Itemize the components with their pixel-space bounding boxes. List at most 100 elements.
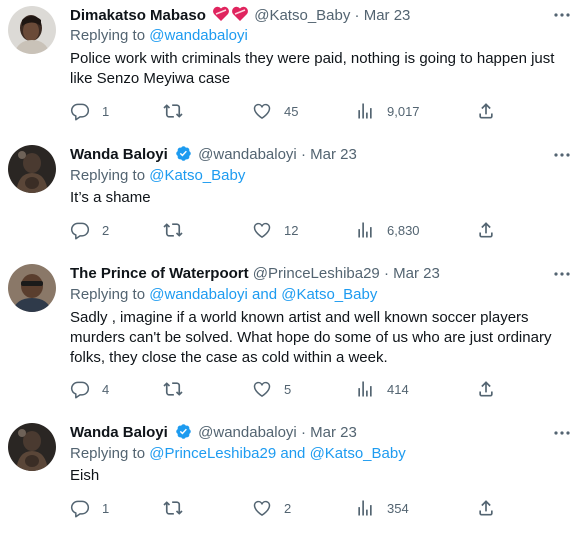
retweet-button[interactable] bbox=[163, 379, 195, 399]
tweet-actions: 2 12 6,830 bbox=[70, 220, 500, 240]
reply-count: 1 bbox=[102, 500, 110, 516]
heart-icon bbox=[253, 103, 271, 119]
reply-button[interactable]: 4 bbox=[70, 379, 109, 399]
share-icon bbox=[479, 381, 493, 397]
avatar-image bbox=[8, 423, 56, 471]
views-bar-chart-icon bbox=[358, 222, 372, 238]
separator-dot: · bbox=[300, 146, 306, 163]
share-button[interactable] bbox=[476, 379, 496, 399]
replying-to: Replying to @PrinceLeshiba29 and @Katso_… bbox=[70, 444, 406, 464]
like-button[interactable]: 12 bbox=[252, 220, 298, 240]
reply-bubble-icon bbox=[70, 222, 90, 240]
reply-count: 2 bbox=[102, 222, 110, 238]
tweet-text: Eish bbox=[70, 467, 100, 484]
separator-dot: · bbox=[300, 424, 306, 441]
reply-bubble-icon bbox=[70, 381, 90, 399]
reply-button[interactable]: 1 bbox=[70, 498, 109, 518]
more-options-icon[interactable] bbox=[552, 423, 572, 443]
timestamp[interactable]: Mar 23 bbox=[310, 146, 357, 163]
handle[interactable]: @PrinceLeshiba29 bbox=[253, 265, 380, 282]
reply-mention-link[interactable]: @PrinceLeshiba29 bbox=[149, 445, 276, 462]
handle[interactable]: @Katso_Baby bbox=[254, 7, 350, 24]
avatar[interactable] bbox=[8, 423, 56, 471]
share-button[interactable] bbox=[476, 101, 496, 121]
handle[interactable]: @wandabaloyi bbox=[198, 146, 297, 163]
share-button[interactable] bbox=[476, 498, 496, 518]
retweet-icon bbox=[163, 382, 183, 396]
reply-bubble-icon bbox=[70, 500, 90, 518]
tweet-actions: 4 5 414 bbox=[70, 379, 500, 399]
timestamp[interactable]: Mar 23 bbox=[393, 265, 440, 282]
reply-button[interactable]: 1 bbox=[70, 101, 109, 121]
replying-to-label: Replying to bbox=[70, 27, 146, 44]
reply-button[interactable]: 2 bbox=[70, 220, 109, 240]
view-count: 6,830 bbox=[387, 222, 420, 238]
reply-bubble-icon bbox=[70, 103, 90, 121]
retweet-button[interactable] bbox=[163, 498, 195, 518]
reply-and-text: and bbox=[280, 445, 306, 462]
avatar[interactable] bbox=[8, 145, 56, 193]
avatar[interactable] bbox=[8, 264, 56, 312]
like-button[interactable]: 2 bbox=[252, 498, 291, 518]
replying-to-label: Replying to bbox=[70, 286, 146, 303]
reply-mention-link[interactable]: @Katso_Baby bbox=[310, 445, 406, 462]
tweet-text: Sadly , imagine if a world known artist … bbox=[70, 309, 552, 366]
share-button[interactable] bbox=[476, 220, 496, 240]
replying-to: Replying to @wandabaloyi and @Katso_Baby bbox=[70, 285, 377, 305]
heart-icon bbox=[253, 381, 271, 397]
display-name[interactable]: Dimakatso Mabaso bbox=[70, 7, 206, 24]
separator-dot: · bbox=[354, 7, 360, 24]
share-icon bbox=[479, 103, 493, 119]
display-name[interactable]: Wanda Baloyi bbox=[70, 424, 168, 441]
retweet-button[interactable] bbox=[163, 220, 195, 240]
views-bar-chart-icon bbox=[358, 500, 372, 516]
more-options-icon[interactable] bbox=[552, 145, 572, 165]
verified-badge-icon bbox=[175, 423, 192, 446]
two-hearts-emoji bbox=[212, 5, 250, 28]
reply-count: 1 bbox=[102, 103, 110, 119]
replying-to-label: Replying to bbox=[70, 445, 146, 462]
separator-dot: · bbox=[383, 265, 389, 282]
display-name[interactable]: The Prince of Waterpoort bbox=[70, 265, 249, 282]
handle[interactable]: @wandabaloyi bbox=[198, 424, 297, 441]
display-name[interactable]: Wanda Baloyi bbox=[70, 146, 168, 163]
tweet-text: It’s a shame bbox=[70, 189, 151, 206]
retweet-button[interactable] bbox=[163, 101, 195, 121]
like-button[interactable]: 5 bbox=[252, 379, 291, 399]
view-count: 354 bbox=[387, 500, 409, 516]
views-bar-chart-icon bbox=[358, 103, 372, 119]
share-icon bbox=[479, 500, 493, 516]
like-count: 12 bbox=[284, 222, 299, 238]
tweet-actions: 1 2 354 bbox=[70, 498, 500, 518]
view-count: 414 bbox=[387, 381, 409, 397]
reply-count: 4 bbox=[102, 381, 110, 397]
views-button[interactable]: 414 bbox=[355, 379, 409, 399]
reply-mention-link[interactable]: @wandabaloyi bbox=[149, 286, 248, 303]
views-button[interactable]: 354 bbox=[355, 498, 409, 518]
like-button[interactable]: 45 bbox=[252, 101, 298, 121]
like-count: 5 bbox=[284, 381, 292, 397]
retweet-icon bbox=[163, 223, 183, 237]
tweet-text: Police work with criminals they were pai… bbox=[70, 50, 555, 87]
reply-and-text: and bbox=[252, 286, 278, 303]
timestamp[interactable]: Mar 23 bbox=[310, 424, 357, 441]
more-options-icon[interactable] bbox=[552, 5, 572, 25]
views-button[interactable]: 9,017 bbox=[355, 101, 420, 121]
reply-mention-link[interactable]: @wandabaloyi bbox=[149, 27, 248, 44]
heart-icon bbox=[253, 222, 271, 238]
more-options-icon[interactable] bbox=[552, 264, 572, 284]
tweet-actions: 1 45 9,017 bbox=[70, 101, 500, 121]
avatar[interactable] bbox=[8, 6, 56, 54]
views-button[interactable]: 6,830 bbox=[355, 220, 420, 240]
like-count: 45 bbox=[284, 103, 299, 119]
replying-to: Replying to @Katso_Baby bbox=[70, 166, 245, 186]
timestamp[interactable]: Mar 23 bbox=[364, 7, 411, 24]
reply-mention-link[interactable]: @Katso_Baby bbox=[281, 286, 377, 303]
avatar-image bbox=[8, 145, 56, 193]
avatar-image bbox=[8, 264, 56, 312]
replying-to: Replying to @wandabaloyi bbox=[70, 26, 248, 46]
reply-mention-link[interactable]: @Katso_Baby bbox=[149, 167, 245, 184]
retweet-icon bbox=[163, 501, 183, 515]
replying-to-label: Replying to bbox=[70, 167, 146, 184]
verified-badge-icon bbox=[175, 145, 192, 168]
